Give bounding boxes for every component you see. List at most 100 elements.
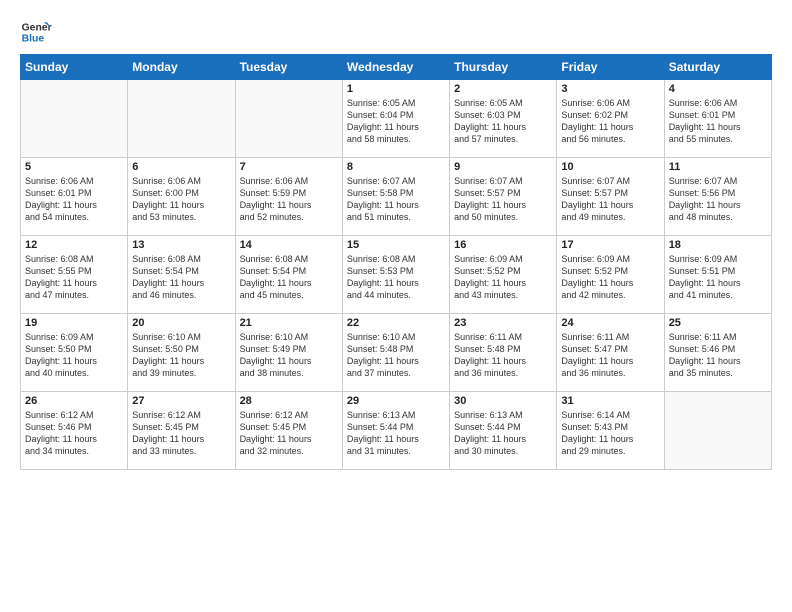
day-number: 14 (240, 239, 338, 251)
day-info: Sunrise: 6:08 AM Sunset: 5:54 PM Dayligh… (240, 253, 338, 302)
day-cell: 12Sunrise: 6:08 AM Sunset: 5:55 PM Dayli… (21, 236, 128, 314)
day-number: 3 (561, 83, 659, 95)
day-info: Sunrise: 6:11 AM Sunset: 5:47 PM Dayligh… (561, 331, 659, 380)
day-info: Sunrise: 6:11 AM Sunset: 5:48 PM Dayligh… (454, 331, 552, 380)
week-row-5: 26Sunrise: 6:12 AM Sunset: 5:46 PM Dayli… (21, 392, 772, 470)
week-row-4: 19 Sunrise: 6:09 AM Sunset: 5:50 PM Dayli… (21, 314, 772, 392)
day-cell: 26Sunrise: 6:12 AM Sunset: 5:46 PM Dayli… (21, 392, 128, 470)
calendar: SundayMondayTuesdayWednesdayThursdayFrid… (20, 54, 772, 470)
day-info: Sunrise: 6:07 AM Sunset: 5:57 PM Dayligh… (561, 175, 659, 224)
day-cell (21, 80, 128, 158)
day-info: Sunrise: 6:05 AM Sunset: 6:04 PM Dayligh… (347, 97, 445, 146)
day-info: Sunrise: 6:09 AM Sunset: 5:50 PM Dayligh… (25, 331, 123, 380)
day-cell: 1 Sunrise: 6:05 AM Sunset: 6:04 PM Daylig… (342, 80, 449, 158)
logo-icon: General Blue (20, 16, 52, 48)
day-cell: 22 Sunrise: 6:10 AM Sunset: 5:48 PM Dayli… (342, 314, 449, 392)
day-info: Sunrise: 6:08 AM Sunset: 5:54 PM Dayligh… (132, 253, 230, 302)
day-number: 7 (240, 161, 338, 173)
day-cell: 17 Sunrise: 6:09 AM Sunset: 5:52 PM Dayli… (557, 236, 664, 314)
weekday-saturday: Saturday (664, 55, 771, 80)
day-cell: 20 Sunrise: 6:10 AM Sunset: 5:50 PM Dayli… (128, 314, 235, 392)
day-number: 16 (454, 239, 552, 251)
day-cell: 9 Sunrise: 6:07 AM Sunset: 5:57 PM Daylig… (450, 158, 557, 236)
weekday-sunday: Sunday (21, 55, 128, 80)
logo: General Blue (20, 16, 56, 48)
day-number: 25 (669, 317, 767, 329)
weekday-tuesday: Tuesday (235, 55, 342, 80)
day-info: Sunrise: 6:07 AM Sunset: 5:56 PM Dayligh… (669, 175, 767, 224)
day-cell: 3 Sunrise: 6:06 AM Sunset: 6:02 PM Daylig… (557, 80, 664, 158)
day-cell: 7 Sunrise: 6:06 AM Sunset: 5:59 PM Daylig… (235, 158, 342, 236)
day-cell: 13 Sunrise: 6:08 AM Sunset: 5:54 PM Dayli… (128, 236, 235, 314)
day-cell (235, 80, 342, 158)
day-info: Sunrise: 6:11 AM Sunset: 5:46 PM Dayligh… (669, 331, 767, 380)
day-number: 28 (240, 395, 338, 407)
day-info: Sunrise: 6:08 AM Sunset: 5:55 PM Dayligh… (25, 253, 123, 302)
day-cell: 19 Sunrise: 6:09 AM Sunset: 5:50 PM Dayli… (21, 314, 128, 392)
weekday-monday: Monday (128, 55, 235, 80)
day-number: 4 (669, 83, 767, 95)
day-cell (664, 392, 771, 470)
day-number: 27 (132, 395, 230, 407)
day-info: Sunrise: 6:13 AM Sunset: 5:44 PM Dayligh… (347, 409, 445, 458)
day-number: 22 (347, 317, 445, 329)
day-number: 15 (347, 239, 445, 251)
day-cell: 4Sunrise: 6:06 AM Sunset: 6:01 PM Daylig… (664, 80, 771, 158)
day-number: 11 (669, 161, 767, 173)
day-number: 2 (454, 83, 552, 95)
svg-text:Blue: Blue (22, 34, 45, 45)
day-number: 29 (347, 395, 445, 407)
day-cell: 28Sunrise: 6:12 AM Sunset: 5:45 PM Dayli… (235, 392, 342, 470)
day-number: 5 (25, 161, 123, 173)
page: General Blue SundayMondayTuesdayWednesda… (0, 0, 792, 612)
day-info: Sunrise: 6:10 AM Sunset: 5:48 PM Dayligh… (347, 331, 445, 380)
day-cell: 15 Sunrise: 6:08 AM Sunset: 5:53 PM Dayli… (342, 236, 449, 314)
day-info: Sunrise: 6:06 AM Sunset: 6:01 PM Dayligh… (25, 175, 123, 224)
weekday-thursday: Thursday (450, 55, 557, 80)
day-info: Sunrise: 6:08 AM Sunset: 5:53 PM Dayligh… (347, 253, 445, 302)
day-cell: 6 Sunrise: 6:06 AM Sunset: 6:00 PM Daylig… (128, 158, 235, 236)
day-cell: 31 Sunrise: 6:14 AM Sunset: 5:43 PM Dayli… (557, 392, 664, 470)
day-cell: 25 Sunrise: 6:11 AM Sunset: 5:46 PM Dayli… (664, 314, 771, 392)
week-row-1: 1 Sunrise: 6:05 AM Sunset: 6:04 PM Daylig… (21, 80, 772, 158)
day-info: Sunrise: 6:06 AM Sunset: 6:00 PM Dayligh… (132, 175, 230, 224)
day-info: Sunrise: 6:09 AM Sunset: 5:52 PM Dayligh… (454, 253, 552, 302)
day-number: 23 (454, 317, 552, 329)
day-number: 21 (240, 317, 338, 329)
day-cell: 24Sunrise: 6:11 AM Sunset: 5:47 PM Dayli… (557, 314, 664, 392)
day-cell: 30Sunrise: 6:13 AM Sunset: 5:44 PM Dayli… (450, 392, 557, 470)
day-cell: 2 Sunrise: 6:05 AM Sunset: 6:03 PM Daylig… (450, 80, 557, 158)
day-cell: 16 Sunrise: 6:09 AM Sunset: 5:52 PM Dayli… (450, 236, 557, 314)
day-cell (128, 80, 235, 158)
day-info: Sunrise: 6:06 AM Sunset: 6:02 PM Dayligh… (561, 97, 659, 146)
week-row-3: 12Sunrise: 6:08 AM Sunset: 5:55 PM Dayli… (21, 236, 772, 314)
weekday-header-row: SundayMondayTuesdayWednesdayThursdayFrid… (21, 55, 772, 80)
day-cell: 27Sunrise: 6:12 AM Sunset: 5:45 PM Dayli… (128, 392, 235, 470)
weekday-friday: Friday (557, 55, 664, 80)
day-cell: 18Sunrise: 6:09 AM Sunset: 5:51 PM Dayli… (664, 236, 771, 314)
day-cell: 21 Sunrise: 6:10 AM Sunset: 5:49 PM Dayli… (235, 314, 342, 392)
day-info: Sunrise: 6:06 AM Sunset: 5:59 PM Dayligh… (240, 175, 338, 224)
day-number: 13 (132, 239, 230, 251)
day-number: 1 (347, 83, 445, 95)
day-number: 17 (561, 239, 659, 251)
day-cell: 29 Sunrise: 6:13 AM Sunset: 5:44 PM Dayli… (342, 392, 449, 470)
day-info: Sunrise: 6:09 AM Sunset: 5:52 PM Dayligh… (561, 253, 659, 302)
day-info: Sunrise: 6:10 AM Sunset: 5:49 PM Dayligh… (240, 331, 338, 380)
day-info: Sunrise: 6:05 AM Sunset: 6:03 PM Dayligh… (454, 97, 552, 146)
day-cell: 5 Sunrise: 6:06 AM Sunset: 6:01 PM Daylig… (21, 158, 128, 236)
day-info: Sunrise: 6:10 AM Sunset: 5:50 PM Dayligh… (132, 331, 230, 380)
day-info: Sunrise: 6:14 AM Sunset: 5:43 PM Dayligh… (561, 409, 659, 458)
day-info: Sunrise: 6:07 AM Sunset: 5:57 PM Dayligh… (454, 175, 552, 224)
day-cell: 23 Sunrise: 6:11 AM Sunset: 5:48 PM Dayli… (450, 314, 557, 392)
week-row-2: 5 Sunrise: 6:06 AM Sunset: 6:01 PM Daylig… (21, 158, 772, 236)
day-number: 8 (347, 161, 445, 173)
day-number: 31 (561, 395, 659, 407)
day-cell: 8Sunrise: 6:07 AM Sunset: 5:58 PM Daylig… (342, 158, 449, 236)
day-number: 9 (454, 161, 552, 173)
day-number: 20 (132, 317, 230, 329)
day-number: 6 (132, 161, 230, 173)
day-cell: 14 Sunrise: 6:08 AM Sunset: 5:54 PM Dayli… (235, 236, 342, 314)
day-info: Sunrise: 6:09 AM Sunset: 5:51 PM Dayligh… (669, 253, 767, 302)
day-number: 19 (25, 317, 123, 329)
